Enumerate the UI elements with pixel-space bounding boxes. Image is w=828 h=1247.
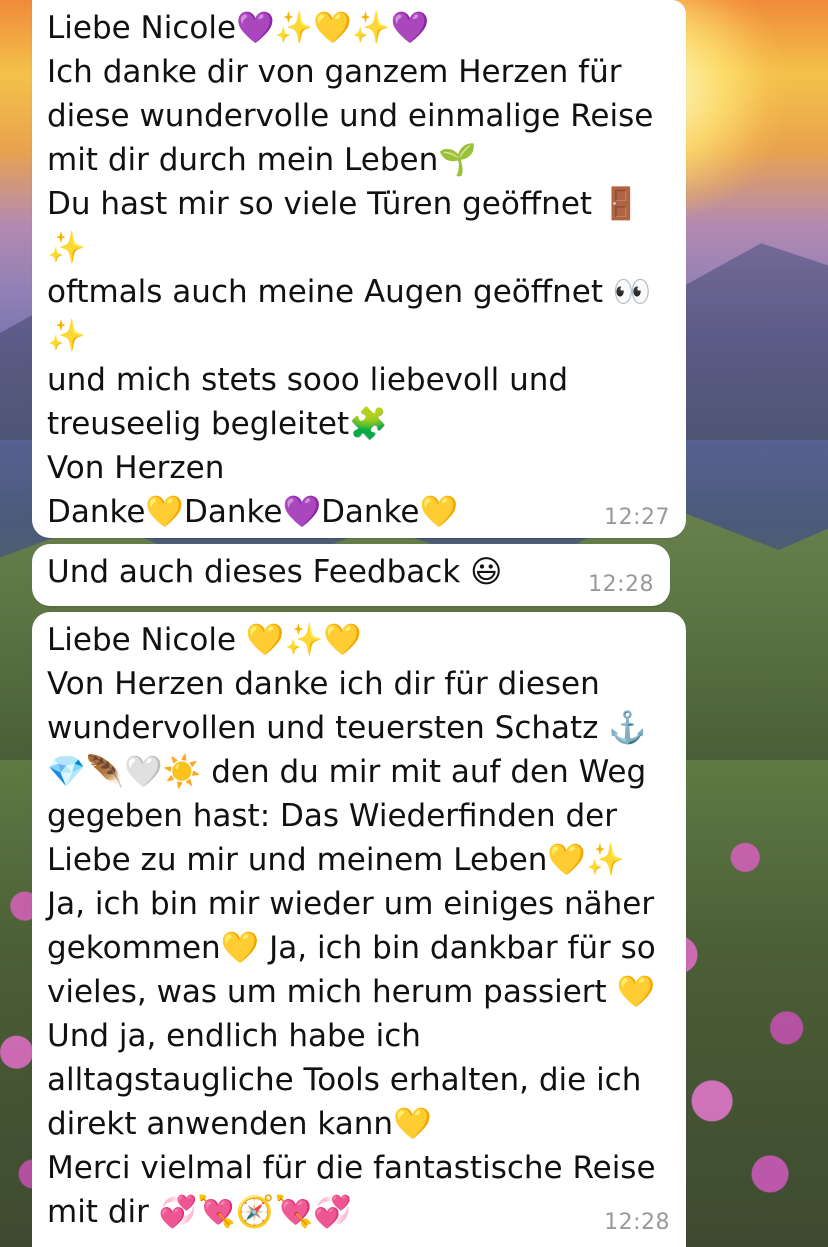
message-bubble[interactable]: Liebe Nicole💜✨💛✨💜 Ich danke dir von ganz… — [32, 0, 686, 538]
message-bubble[interactable]: Und auch dieses Feedback 😃 12:28 — [32, 544, 670, 606]
message-bubble[interactable]: Liebe Nicole 💛✨💛 Von Herzen danke ich di… — [32, 612, 686, 1247]
message-text: Liebe Nicole💜✨💛✨💜 Ich danke dir von ganz… — [47, 10, 654, 530]
message-text: Liebe Nicole 💛✨💛 Von Herzen danke ich di… — [47, 622, 656, 1230]
message-timestamp: 12:27 — [604, 505, 670, 530]
message-text: Und auch dieses Feedback 😃 — [47, 554, 503, 590]
message-timestamp: 12:28 — [588, 572, 654, 597]
message-timestamp: 12:28 — [604, 1210, 670, 1235]
